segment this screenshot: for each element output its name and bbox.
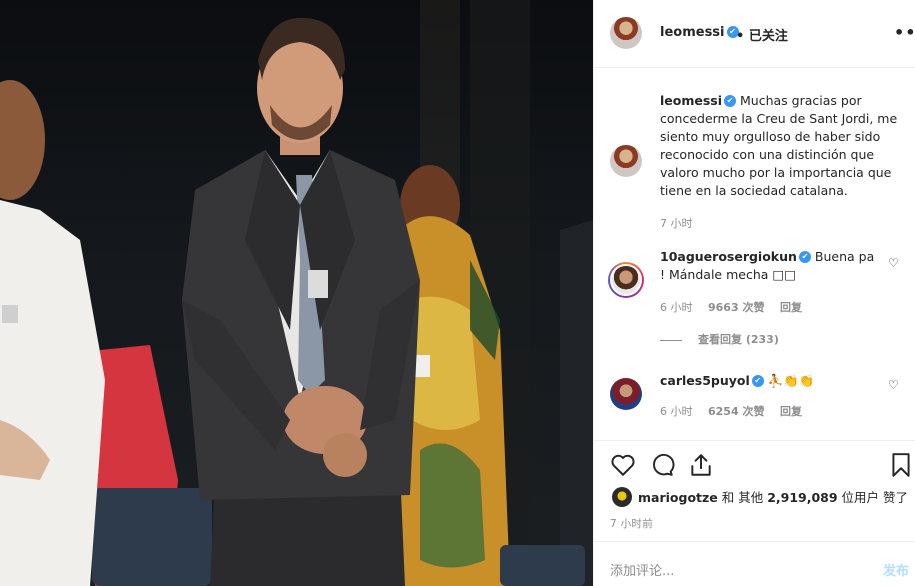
comment-reply-button[interactable]: 回复	[780, 301, 802, 314]
comment-bubble-icon[interactable]	[649, 452, 675, 478]
comment-author[interactable]: 10aguerosergiokun	[660, 249, 797, 264]
view-replies-label[interactable]: 查看回复 (233)	[698, 333, 779, 346]
more-options-icon[interactable]: •••	[894, 23, 915, 42]
comment-aguero: 10aguerosergiokun ✔ Buena pa ! Mándale me…	[660, 248, 880, 284]
comment-text: ⛹👏👏	[767, 373, 815, 388]
caption-author-avatar[interactable]	[610, 145, 642, 177]
photo-illustration	[0, 0, 593, 586]
likes-joiner: 和 其他	[717, 490, 768, 505]
liker-username[interactable]: mariogotze	[638, 490, 718, 505]
likes-count[interactable]: 2,919,089	[767, 490, 837, 505]
comment-reply-button[interactable]: 回复	[780, 405, 802, 418]
like-heart-icon[interactable]	[610, 452, 636, 478]
author-avatar[interactable]	[610, 17, 642, 49]
comment-likes[interactable]: 6254 次赞	[708, 405, 764, 418]
caption-author[interactable]: leomessi	[660, 93, 722, 108]
comment-meta: 6 小时 9663 次赞 回复	[660, 299, 814, 315]
comment-like-heart-icon[interactable]: ♡	[888, 379, 900, 391]
comment-time[interactable]: 6 小时	[660, 301, 693, 314]
comment-time[interactable]: 6 小时	[660, 405, 693, 418]
verified-icon: ✔	[751, 374, 764, 387]
author-username-text[interactable]: leomessi	[660, 25, 725, 40]
likes-summary: mariogotze 和 其他 2,919,089 位用户 赞了	[638, 487, 908, 506]
share-icon[interactable]	[688, 452, 714, 478]
post-caption: leomessi ✔ Muchas gracias por concederme …	[660, 92, 900, 200]
post-side-panel: leomessi✔ • 已关注 ••• leomessi✔ Muchas gra…	[593, 0, 915, 586]
replies-line	[660, 339, 682, 341]
comment-meta: 6 小时 6254 次赞 回复	[660, 403, 814, 419]
view-replies-button[interactable]: 查看回复 (233)	[660, 331, 779, 347]
post-header: leomessi✔ • 已关注 •••	[594, 0, 915, 68]
verified-icon: ✔	[724, 94, 737, 107]
follow-status[interactable]: • 已关注	[736, 25, 788, 44]
comment-likes[interactable]: 9663 次赞	[708, 301, 764, 314]
caption-text: Muchas gracias por concederme la Creu de…	[660, 93, 898, 198]
divider	[594, 440, 915, 441]
likes-suffix: 位用户 赞了	[837, 490, 909, 505]
author-username[interactable]: leomessi ✔	[660, 25, 739, 40]
comment-avatar-aguero[interactable]	[610, 264, 642, 296]
save-bookmark-icon[interactable]	[890, 452, 912, 478]
post-photo[interactable]	[0, 0, 593, 586]
post-timestamp[interactable]: 7 小时前	[610, 516, 653, 531]
add-comment-input[interactable]: 添加评论...	[610, 560, 674, 579]
comment-like-heart-icon[interactable]: ♡	[888, 257, 900, 269]
liker-avatar[interactable]	[612, 487, 632, 507]
instagram-post-modal: leomessi✔ • 已关注 ••• leomessi✔ Muchas gra…	[0, 0, 915, 586]
divider	[594, 541, 915, 542]
verified-icon: ✔	[798, 250, 811, 263]
comment-puyol: carles5puyol ✔ ⛹👏👏	[660, 372, 880, 390]
post-comment-button[interactable]: 发布	[883, 560, 909, 579]
comment-avatar-puyol[interactable]	[610, 378, 642, 410]
comment-author[interactable]: carles5puyol	[660, 373, 750, 388]
caption-time[interactable]: 7 小时	[660, 215, 693, 231]
